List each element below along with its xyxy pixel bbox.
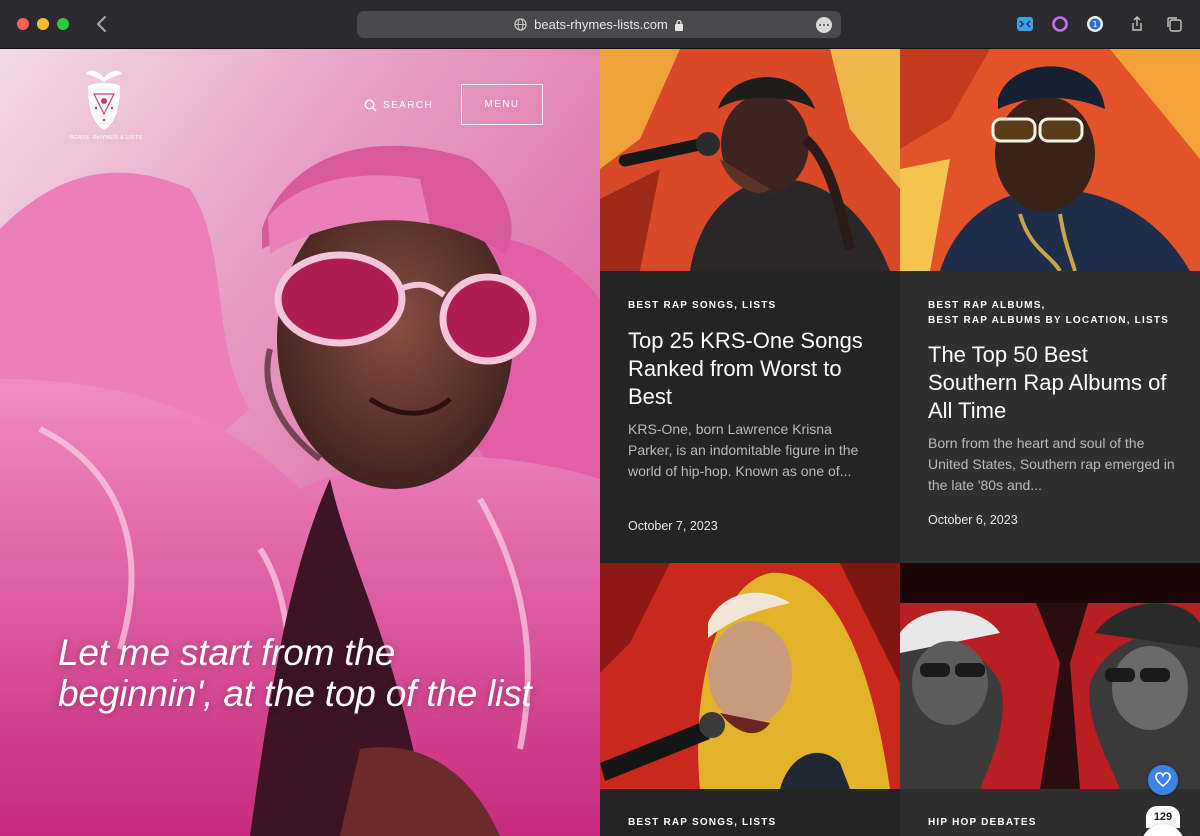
post-excerpt: KRS-One, born Lawrence Krisna Parker, is… [628,421,859,479]
svg-text:1: 1 [1092,20,1097,29]
lock-icon [674,19,683,31]
heart-icon [1155,772,1171,787]
post-date: October 7, 2023 [628,519,718,533]
tabs-icon[interactable] [1165,15,1183,33]
extension-mask-icon[interactable] [1016,15,1034,33]
search-label: SEARCH [383,99,434,111]
search-button[interactable]: SEARCH [364,98,433,112]
post-categories[interactable]: HIP HOP DEBATES [928,815,1178,830]
url-text: beats-rhymes-lists.com [534,17,668,32]
search-icon [364,98,377,112]
post-excerpt: Born from the heart and soul of the Unit… [928,435,1175,493]
post-card[interactable]: BEST RAP SONGS, LISTS Top 25 KRS-One Son… [600,49,900,563]
minimize-window-button[interactable] [37,18,49,30]
hero-artwork [0,49,600,836]
extension-ring-icon[interactable] [1051,15,1069,33]
post-title[interactable]: The Top 50 Best Southern Rap Albums of A… [928,341,1178,425]
site-logo[interactable]: BEATS, RHYMES & LISTS [70,64,143,144]
post-category-line[interactable]: BEST RAP ALBUMS, [928,298,1178,313]
globe-icon [514,18,527,31]
post-categories[interactable]: BEST RAP ALBUMS, BEST RAP ALBUMS BY LOCA… [928,298,1178,328]
more-icon[interactable] [816,17,832,33]
zoom-window-button[interactable] [57,18,69,30]
hero-section: BEATS, RHYMES & LISTS SEARCH MENU Let me… [0,49,600,836]
extension-one-icon[interactable]: 1 [1086,15,1104,33]
post-card[interactable]: HIP HOP DEBATES [900,563,1200,836]
post-category-line[interactable]: BEST RAP ALBUMS BY LOCATION, LISTS [928,313,1178,328]
post-card[interactable]: BEST RAP ALBUMS, BEST RAP ALBUMS BY LOCA… [900,49,1200,563]
share-icon[interactable] [1128,15,1146,33]
address-bar[interactable]: beats-rhymes-lists.com [357,11,841,38]
post-thumbnail[interactable] [900,49,1200,271]
post-date: October 6, 2023 [928,513,1018,527]
post-categories[interactable]: BEST RAP SONGS, LISTS [628,815,878,830]
post-card[interactable]: BEST RAP SONGS, LISTS [600,563,900,836]
back-icon[interactable] [92,12,112,36]
close-window-button[interactable] [17,18,29,30]
web-page: BEATS, RHYMES & LISTS SEARCH MENU Let me… [0,49,1200,836]
post-title[interactable]: Top 25 KRS-One Songs Ranked from Worst t… [628,327,878,411]
browser-toolbar: beats-rhymes-lists.com 1 [0,0,1200,49]
post-thumbnail[interactable] [600,563,900,789]
menu-button[interactable]: MENU [461,84,543,125]
post-thumbnail[interactable] [600,49,900,271]
strawberry-logo-icon [86,70,122,130]
logo-text: BEATS, RHYMES & LISTS [70,135,143,141]
post-categories[interactable]: BEST RAP SONGS, LISTS [628,298,878,313]
favorite-button[interactable] [1148,765,1178,795]
hero-quote: Let me start from the beginnin', at the … [58,632,532,714]
post-thumbnail[interactable] [900,563,1200,789]
